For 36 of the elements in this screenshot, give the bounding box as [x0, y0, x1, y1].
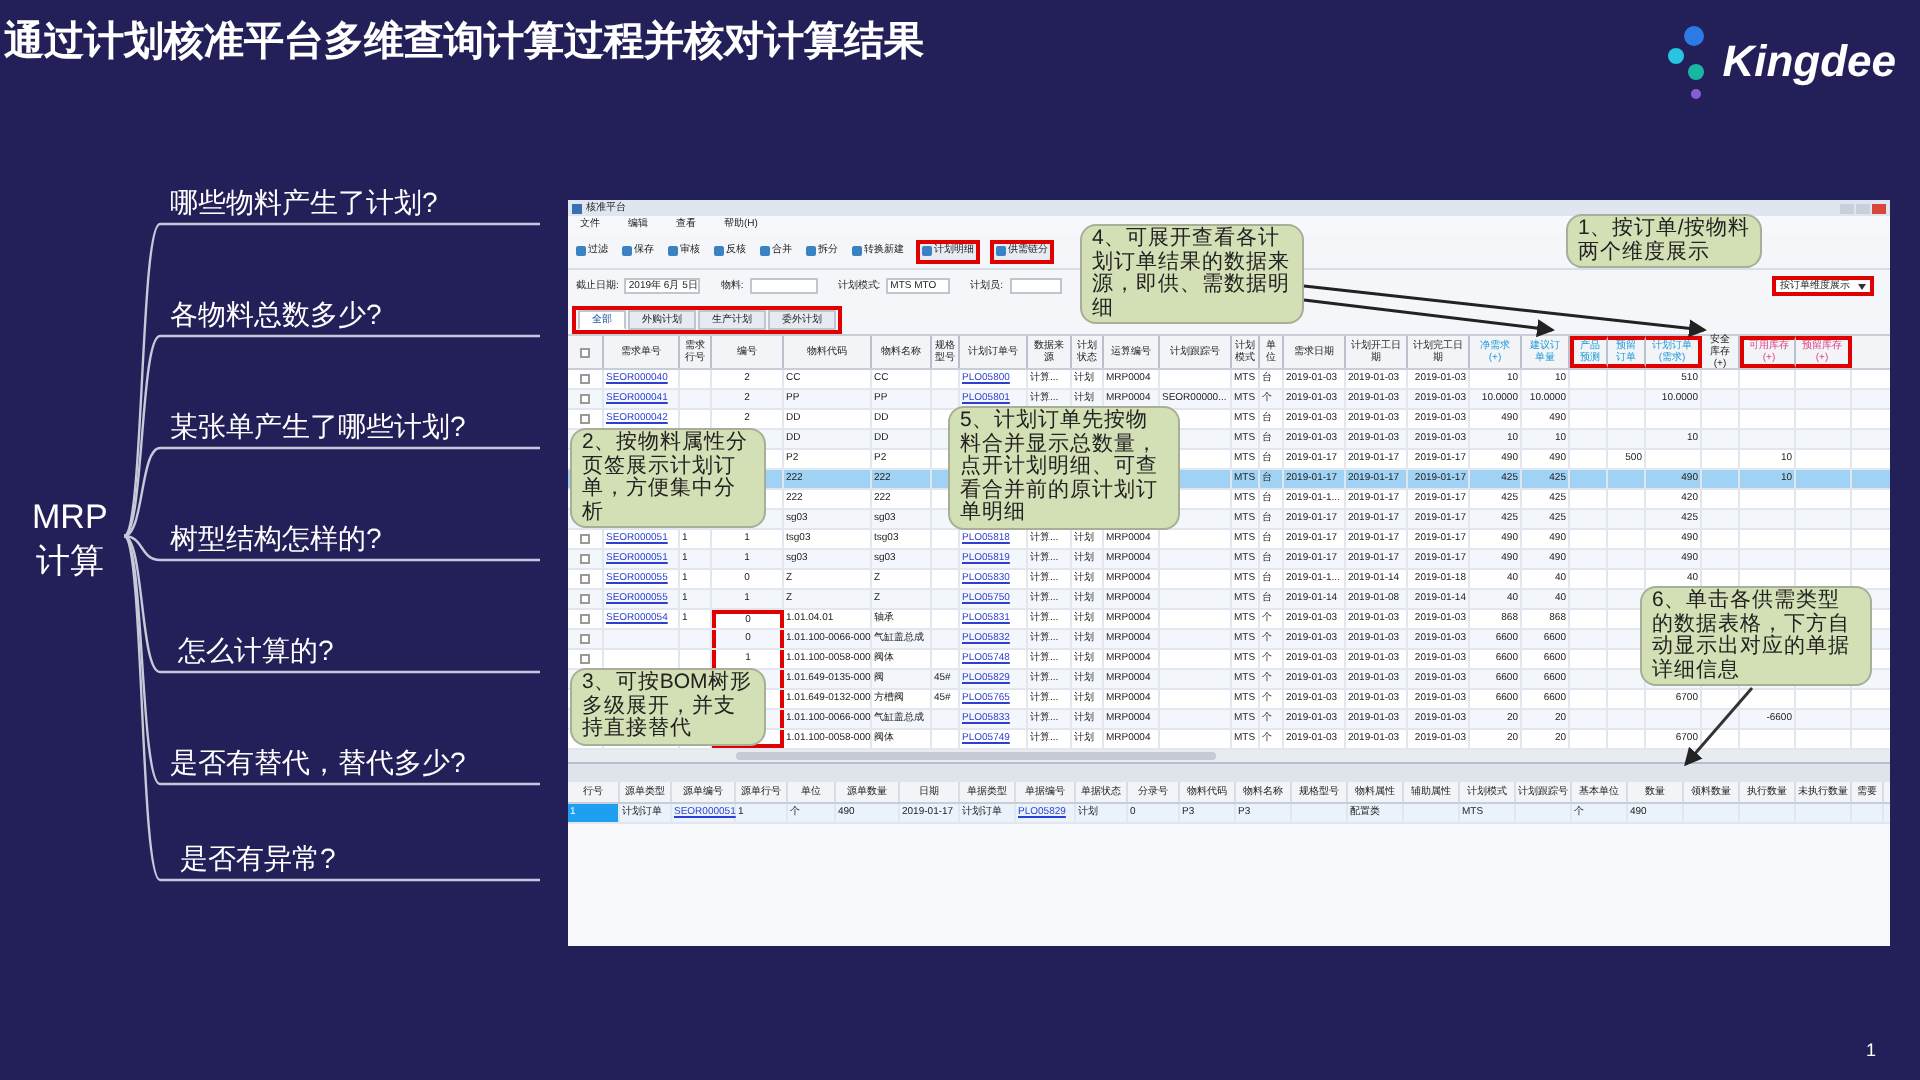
- logo-text: Kingdee: [1722, 40, 1896, 84]
- checkbox[interactable]: [580, 394, 590, 404]
- scrollbar[interactable]: [736, 752, 1216, 760]
- question-text: 各物料总数多少?: [170, 300, 382, 328]
- caret-icon: [1858, 283, 1866, 289]
- callout-tooltip: 4、可展开查看各计划订单结果的数据来源，即供、需数据明细: [1080, 224, 1304, 324]
- topic-label: MRP: [32, 496, 108, 540]
- callout-tooltip: 6、单击各供需类型的数据表格，下方自动显示出对应的单据详细信息: [1640, 586, 1872, 686]
- app-icon: [572, 203, 582, 213]
- question-text: 是否有异常?: [180, 844, 336, 872]
- splitter-bar[interactable]: [568, 762, 1890, 782]
- callout-tooltip: 5、计划订单先按物料合并显示总数量，点开计划明细、可查看合并前的原计划订单明细: [948, 406, 1180, 529]
- callout-tooltip: 2、按物料属性分页签展示计划订单，方便集中分析: [570, 428, 766, 528]
- checkbox[interactable]: [580, 534, 590, 544]
- checkbox[interactable]: [580, 347, 590, 357]
- checkbox[interactable]: [580, 554, 590, 564]
- question-text: 怎么计算的?: [178, 636, 334, 664]
- checkbox[interactable]: [580, 654, 590, 664]
- filter-field[interactable]: [749, 278, 818, 294]
- checkbox[interactable]: [580, 614, 590, 624]
- checkbox[interactable]: [580, 634, 590, 644]
- question-text: 是否有替代，替代多少?: [170, 748, 466, 776]
- callout-tooltip: 3、可按BOM树形多级展开，并支持直接替代: [570, 668, 766, 745]
- checkbox[interactable]: [580, 594, 590, 604]
- checkbox[interactable]: [580, 374, 590, 384]
- checkbox[interactable]: [580, 574, 590, 584]
- question-text: 哪些物料产生了计划?: [170, 188, 438, 216]
- page-number: 1: [1865, 1037, 1876, 1063]
- question-text: 树型结构怎样的?: [170, 524, 382, 552]
- topic-label: 计算: [35, 540, 104, 584]
- callout-tooltip: 1、按订单/按物料两个维度展示: [1566, 214, 1762, 268]
- checkbox[interactable]: [580, 414, 590, 424]
- question-text: 某张单产生了哪些计划?: [170, 412, 466, 440]
- slide-title: 通过计划核准平台多维查询计算过程并核对计算结果: [4, 20, 924, 60]
- close-button[interactable]: [1872, 203, 1886, 213]
- filter-field[interactable]: [1009, 278, 1062, 294]
